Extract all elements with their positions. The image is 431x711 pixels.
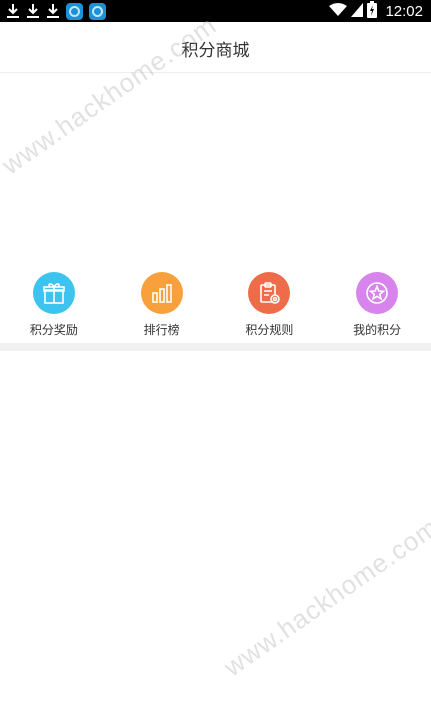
notification-icons (6, 2, 106, 20)
app-icon (89, 2, 106, 20)
app-icon (66, 2, 83, 20)
download-icon (46, 2, 60, 20)
nav-item-my-points[interactable]: 我的积分 (327, 263, 427, 343)
bar-chart-icon (140, 272, 183, 314)
watermark: www.hackhome.com (218, 511, 431, 683)
nav-label: 积分奖励 (29, 323, 78, 337)
status-time: 12:02 (385, 2, 423, 20)
signal-icon (351, 2, 364, 21)
star-icon (356, 272, 399, 314)
nav-label: 排行榜 (143, 323, 180, 337)
gift-icon (32, 272, 75, 314)
section-divider (0, 343, 431, 351)
banner-area (0, 73, 431, 263)
nav-item-rewards[interactable]: 积分奖励 (4, 263, 104, 343)
nav-label: 我的积分 (353, 323, 402, 337)
status-bar: 12:02 (0, 0, 431, 22)
download-icon (6, 2, 20, 20)
clipboard-icon (248, 272, 291, 314)
system-icons: 12:02 (329, 1, 423, 22)
nav-label: 积分规则 (245, 323, 294, 337)
wifi-icon (329, 2, 348, 21)
nav-item-leaderboard[interactable]: 排行榜 (112, 263, 212, 343)
nav-item-rules[interactable]: 积分规则 (219, 263, 319, 343)
battery-icon (367, 1, 378, 22)
download-icon (26, 2, 40, 20)
quick-nav: 积分奖励 排行榜 积分规则 我的积分 (0, 263, 431, 343)
